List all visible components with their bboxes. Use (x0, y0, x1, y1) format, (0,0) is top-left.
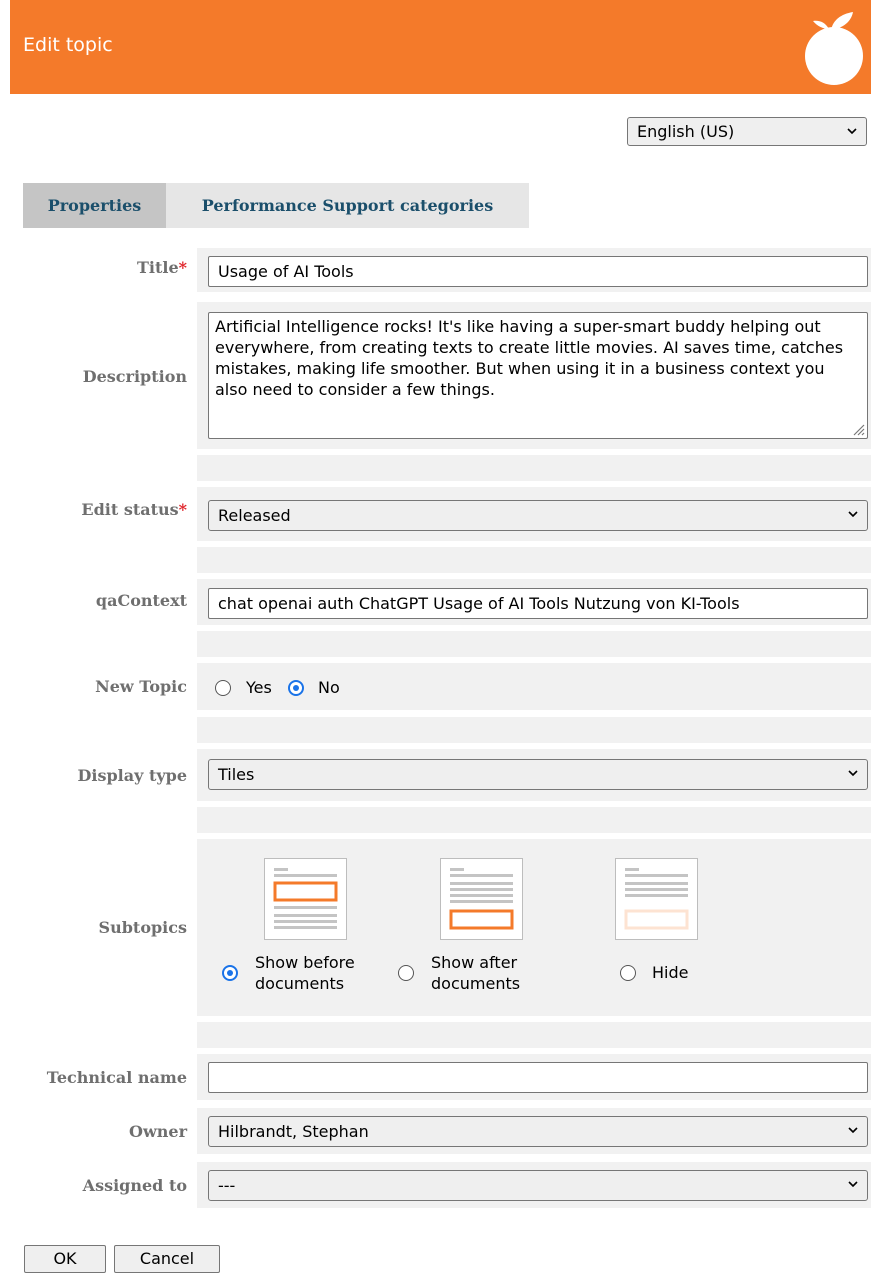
spacer-row (197, 807, 871, 833)
title-input[interactable]: Usage of AI Tools (208, 256, 868, 287)
qa-context-input[interactable]: chat openai auth ChatGPT Usage of AI Too… (208, 588, 868, 619)
tab-performance-support-categories[interactable]: Performance Support categories (166, 183, 529, 228)
subtopics-show-before-radio[interactable] (222, 965, 238, 981)
orange-logo-icon (805, 12, 863, 85)
page-header: Edit topic (10, 0, 871, 94)
chevron-down-icon (847, 128, 857, 135)
show-after-preview-icon[interactable] (440, 858, 523, 940)
spacer-row (197, 547, 871, 573)
new-topic-yes-label: Yes (246, 678, 272, 697)
cancel-button[interactable]: Cancel (114, 1245, 220, 1273)
description-label: Description (82, 367, 187, 386)
chevron-down-icon (848, 770, 858, 777)
assigned-to-select[interactable]: --- (208, 1170, 868, 1201)
show-before-preview-icon[interactable] (264, 858, 347, 940)
hide-preview-icon[interactable] (615, 858, 698, 940)
chevron-down-icon (848, 511, 858, 518)
tab-properties[interactable]: Properties (23, 183, 166, 228)
spacer-row (197, 717, 871, 743)
language-select-value: English (US) (637, 122, 735, 141)
edit-status-select[interactable]: Released (208, 500, 868, 531)
assigned-to-label: Assigned to (82, 1176, 187, 1195)
technical-name-label: Technical name (46, 1068, 187, 1087)
chevron-down-icon (848, 1127, 858, 1134)
resize-handle-icon[interactable] (851, 422, 865, 436)
subtopics-label: Subtopics (98, 918, 187, 937)
assigned-to-value: --- (218, 1176, 236, 1195)
edit-status-label: Edit status* (81, 500, 187, 519)
required-marker: * (178, 500, 187, 519)
subtopics-show-after-label: Show after documents (431, 953, 521, 993)
new-topic-no-label: No (318, 678, 340, 697)
subtopics-show-before-label: Show before documents (255, 953, 355, 993)
page-title: Edit topic (23, 34, 113, 56)
language-select[interactable]: English (US) (627, 117, 867, 146)
qa-context-label: qaContext (95, 591, 187, 610)
edit-status-value: Released (218, 506, 291, 525)
subtopics-hide-label: Hide (652, 963, 689, 982)
subtopics-show-after-radio[interactable] (398, 965, 414, 981)
description-textarea[interactable]: Artificial Intelligence rocks! It's like… (208, 312, 868, 439)
new-topic-no-radio[interactable] (288, 680, 304, 696)
display-type-select[interactable]: Tiles (208, 759, 868, 790)
title-label: Title* (136, 258, 187, 277)
subtopics-hide-radio[interactable] (620, 965, 636, 981)
display-type-label: Display type (77, 766, 187, 785)
chevron-down-icon (848, 1181, 858, 1188)
new-topic-label: New Topic (95, 677, 187, 696)
spacer-row (197, 631, 871, 657)
ok-button[interactable]: OK (24, 1245, 106, 1273)
required-marker: * (178, 258, 187, 277)
new-topic-yes-radio[interactable] (215, 680, 231, 696)
display-type-value: Tiles (218, 765, 255, 784)
owner-label: Owner (129, 1122, 187, 1141)
description-text: Artificial Intelligence rocks! It's like… (215, 317, 844, 399)
spacer-row (197, 1022, 871, 1048)
owner-select[interactable]: Hilbrandt, Stephan (208, 1116, 868, 1147)
spacer-row (197, 455, 871, 481)
owner-value: Hilbrandt, Stephan (218, 1122, 369, 1141)
technical-name-input[interactable] (208, 1062, 868, 1093)
